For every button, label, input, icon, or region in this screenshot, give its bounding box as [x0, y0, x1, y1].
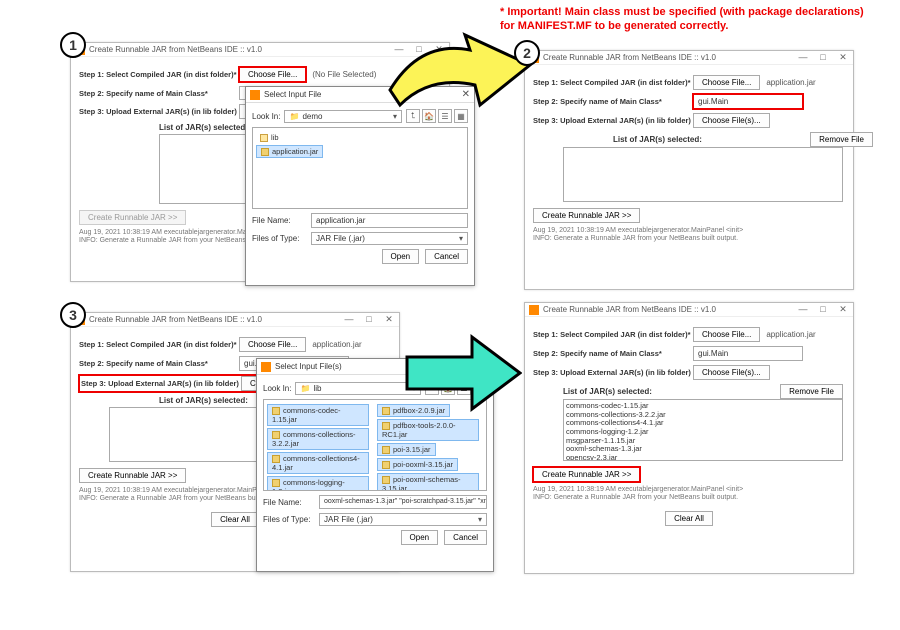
clear-all-button[interactable]: Clear All [665, 511, 713, 526]
create-runnable-button[interactable]: Create Runnable JAR >> [533, 208, 640, 223]
create-runnable-button[interactable]: Create Runnable JAR >> [79, 210, 186, 225]
choose-file-button-step1[interactable]: Choose File... [239, 67, 306, 82]
file-list[interactable]: lib application.jar [252, 127, 468, 209]
remove-file-button[interactable]: Remove File [810, 132, 873, 147]
dialog-icon [250, 90, 260, 100]
main-window-4: Create Runnable JAR from NetBeans IDE ::… [524, 302, 854, 574]
filename-label: File Name: [252, 216, 307, 225]
main-window-2: Create Runnable JAR from NetBeans IDE ::… [524, 50, 854, 290]
no-file-hint: (No File Selected) [312, 70, 376, 79]
step3-label: Step 3: Upload External JAR(s) (in lib f… [79, 107, 239, 116]
open-button[interactable]: Open [401, 530, 439, 545]
jar-list-populated[interactable]: commons-codec-1.15.jarcommons-collection… [563, 399, 843, 461]
jar-list [563, 147, 843, 202]
main-class-input[interactable]: gui.Main [693, 94, 803, 109]
cancel-button[interactable]: Cancel [425, 249, 468, 264]
lookin-label: Look In: [252, 112, 280, 121]
step1-label: Step 1: Select Compiled JAR (in dist fol… [79, 70, 239, 79]
step-badge-2: 2 [514, 40, 540, 66]
step2-label: Step 2: Specify name of Main Class* [79, 89, 239, 98]
important-note: * Important! Main class must be specifie… [500, 6, 864, 34]
filetype-select[interactable]: JAR File (.jar)▾ [311, 232, 468, 245]
dialog-title: Select Input File [264, 90, 321, 99]
filetype-label: Files of Type: [252, 234, 307, 243]
step-badge-1: 1 [60, 32, 86, 58]
open-button[interactable]: Open [382, 249, 420, 264]
choose-file-button-step1[interactable]: Choose File... [693, 75, 760, 90]
choose-files-button-step3[interactable]: Choose File(s)... [693, 113, 770, 128]
step-badge-3: 3 [60, 302, 86, 328]
remove-file-button[interactable]: Remove File [780, 384, 843, 399]
cancel-button[interactable]: Cancel [444, 530, 487, 545]
filename-input[interactable]: application.jar [311, 213, 468, 228]
clear-all-button[interactable]: Clear All [211, 512, 259, 527]
filename-input[interactable]: ooxml-schemas-1.3.jar" "poi-scratchpad-3… [319, 495, 487, 509]
window-title: Create Runnable JAR from NetBeans IDE ::… [89, 45, 262, 54]
create-runnable-button[interactable]: Create Runnable JAR >> [533, 467, 640, 482]
